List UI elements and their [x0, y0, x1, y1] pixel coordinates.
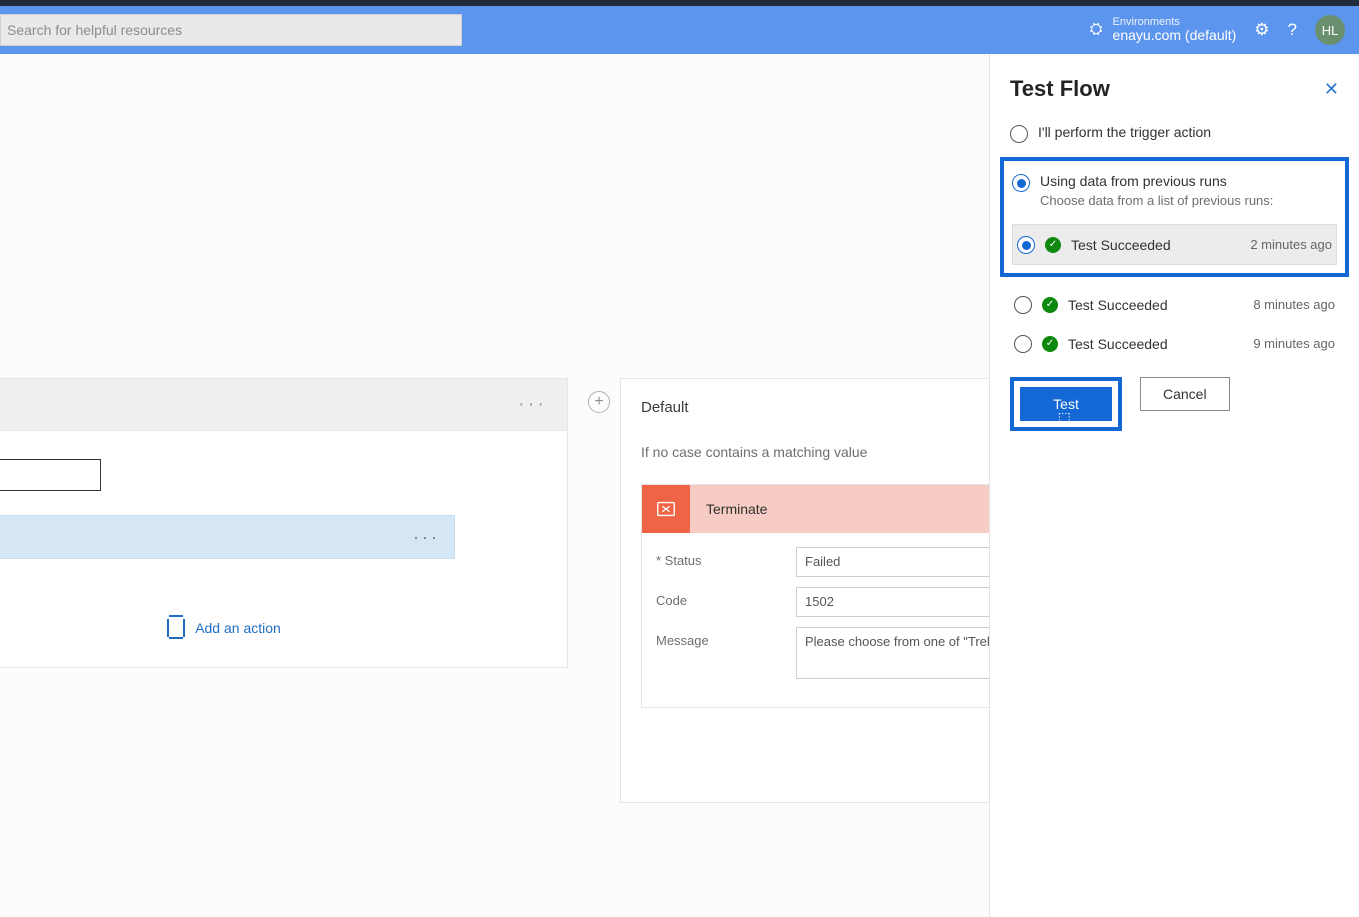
- run-time-label: 2 minutes ago: [1250, 237, 1332, 252]
- radio-icon[interactable]: [1014, 296, 1032, 314]
- test-button-highlight: Test ⬚: [1010, 377, 1122, 431]
- switch-case-card[interactable]: ··· e a card ··· Add an action: [0, 378, 568, 668]
- app-header: Search for helpful resources ⛭ Environme…: [0, 6, 1359, 54]
- radio-icon[interactable]: [1017, 236, 1035, 254]
- message-label: Message: [656, 627, 796, 648]
- run-status-label: Test Succeeded: [1068, 336, 1243, 352]
- code-label: Code: [656, 587, 796, 608]
- run-item[interactable]: ✓ Test Succeeded 9 minutes ago: [1010, 324, 1339, 363]
- run-time-label: 8 minutes ago: [1253, 297, 1335, 312]
- option-manual-label: I'll perform the trigger action: [1038, 124, 1211, 140]
- terminate-label: Terminate: [706, 501, 767, 517]
- trello-action-label: e a card: [0, 529, 413, 545]
- status-label: * Status: [656, 547, 796, 568]
- test-flow-panel: Test Flow ✕ I'll perform the trigger act…: [989, 54, 1359, 917]
- success-icon: ✓: [1042, 297, 1058, 313]
- add-action-label: Add an action: [195, 620, 281, 636]
- more-icon[interactable]: ···: [413, 527, 440, 548]
- avatar[interactable]: HL: [1315, 15, 1345, 45]
- run-time-label: 9 minutes ago: [1253, 336, 1335, 351]
- option-previous-subnote: Choose data from a list of previous runs…: [1040, 193, 1273, 208]
- panel-title: Test Flow: [1010, 76, 1110, 102]
- cancel-button-label: Cancel: [1163, 386, 1207, 402]
- case-card-header: ···: [0, 379, 567, 431]
- search-input[interactable]: Search for helpful resources: [0, 14, 462, 46]
- radio-icon[interactable]: [1012, 174, 1030, 192]
- run-status-label: Test Succeeded: [1068, 297, 1243, 313]
- help-icon[interactable]: ?: [1288, 20, 1297, 40]
- run-item[interactable]: ✓ Test Succeeded 8 minutes ago: [1010, 285, 1339, 324]
- add-action-icon: [167, 619, 185, 637]
- run-item[interactable]: ✓ Test Succeeded 2 minutes ago: [1012, 224, 1337, 265]
- success-icon: ✓: [1045, 237, 1061, 253]
- close-icon[interactable]: ✕: [1324, 79, 1339, 100]
- option-manual[interactable]: I'll perform the trigger action: [1010, 120, 1339, 147]
- terminate-icon: [642, 485, 690, 533]
- avatar-initials: HL: [1322, 23, 1339, 38]
- radio-icon[interactable]: [1010, 125, 1028, 143]
- flow-canvas[interactable]: ··· e a card ··· Add an action + Default…: [0, 54, 958, 917]
- run-status-label: Test Succeeded: [1071, 237, 1240, 253]
- environment-icon: ⛭: [1090, 21, 1103, 39]
- option-previous-label: Using data from previous runs: [1040, 173, 1273, 189]
- test-button[interactable]: Test ⬚: [1020, 387, 1112, 421]
- success-icon: ✓: [1042, 336, 1058, 352]
- environment-name: enayu.com (default): [1113, 28, 1237, 43]
- case-value-input[interactable]: [0, 459, 101, 491]
- gear-icon[interactable]: ⚙: [1254, 20, 1269, 40]
- option-previous-highlight: Using data from previous runs Choose dat…: [1000, 157, 1349, 277]
- environment-label: Environments: [1113, 16, 1237, 28]
- cancel-button[interactable]: Cancel: [1140, 377, 1230, 411]
- add-action-button[interactable]: Add an action: [0, 619, 543, 637]
- environment-selector[interactable]: ⛭ Environments enayu.com (default): [1090, 16, 1237, 43]
- add-case-button[interactable]: +: [588, 391, 610, 413]
- search-placeholder: Search for helpful resources: [7, 22, 182, 38]
- more-icon[interactable]: ···: [518, 393, 547, 416]
- option-previous[interactable]: Using data from previous runs Choose dat…: [1012, 169, 1337, 212]
- test-button-label: Test: [1053, 396, 1079, 412]
- trello-action-row[interactable]: e a card ···: [0, 515, 455, 559]
- radio-icon[interactable]: [1014, 335, 1032, 353]
